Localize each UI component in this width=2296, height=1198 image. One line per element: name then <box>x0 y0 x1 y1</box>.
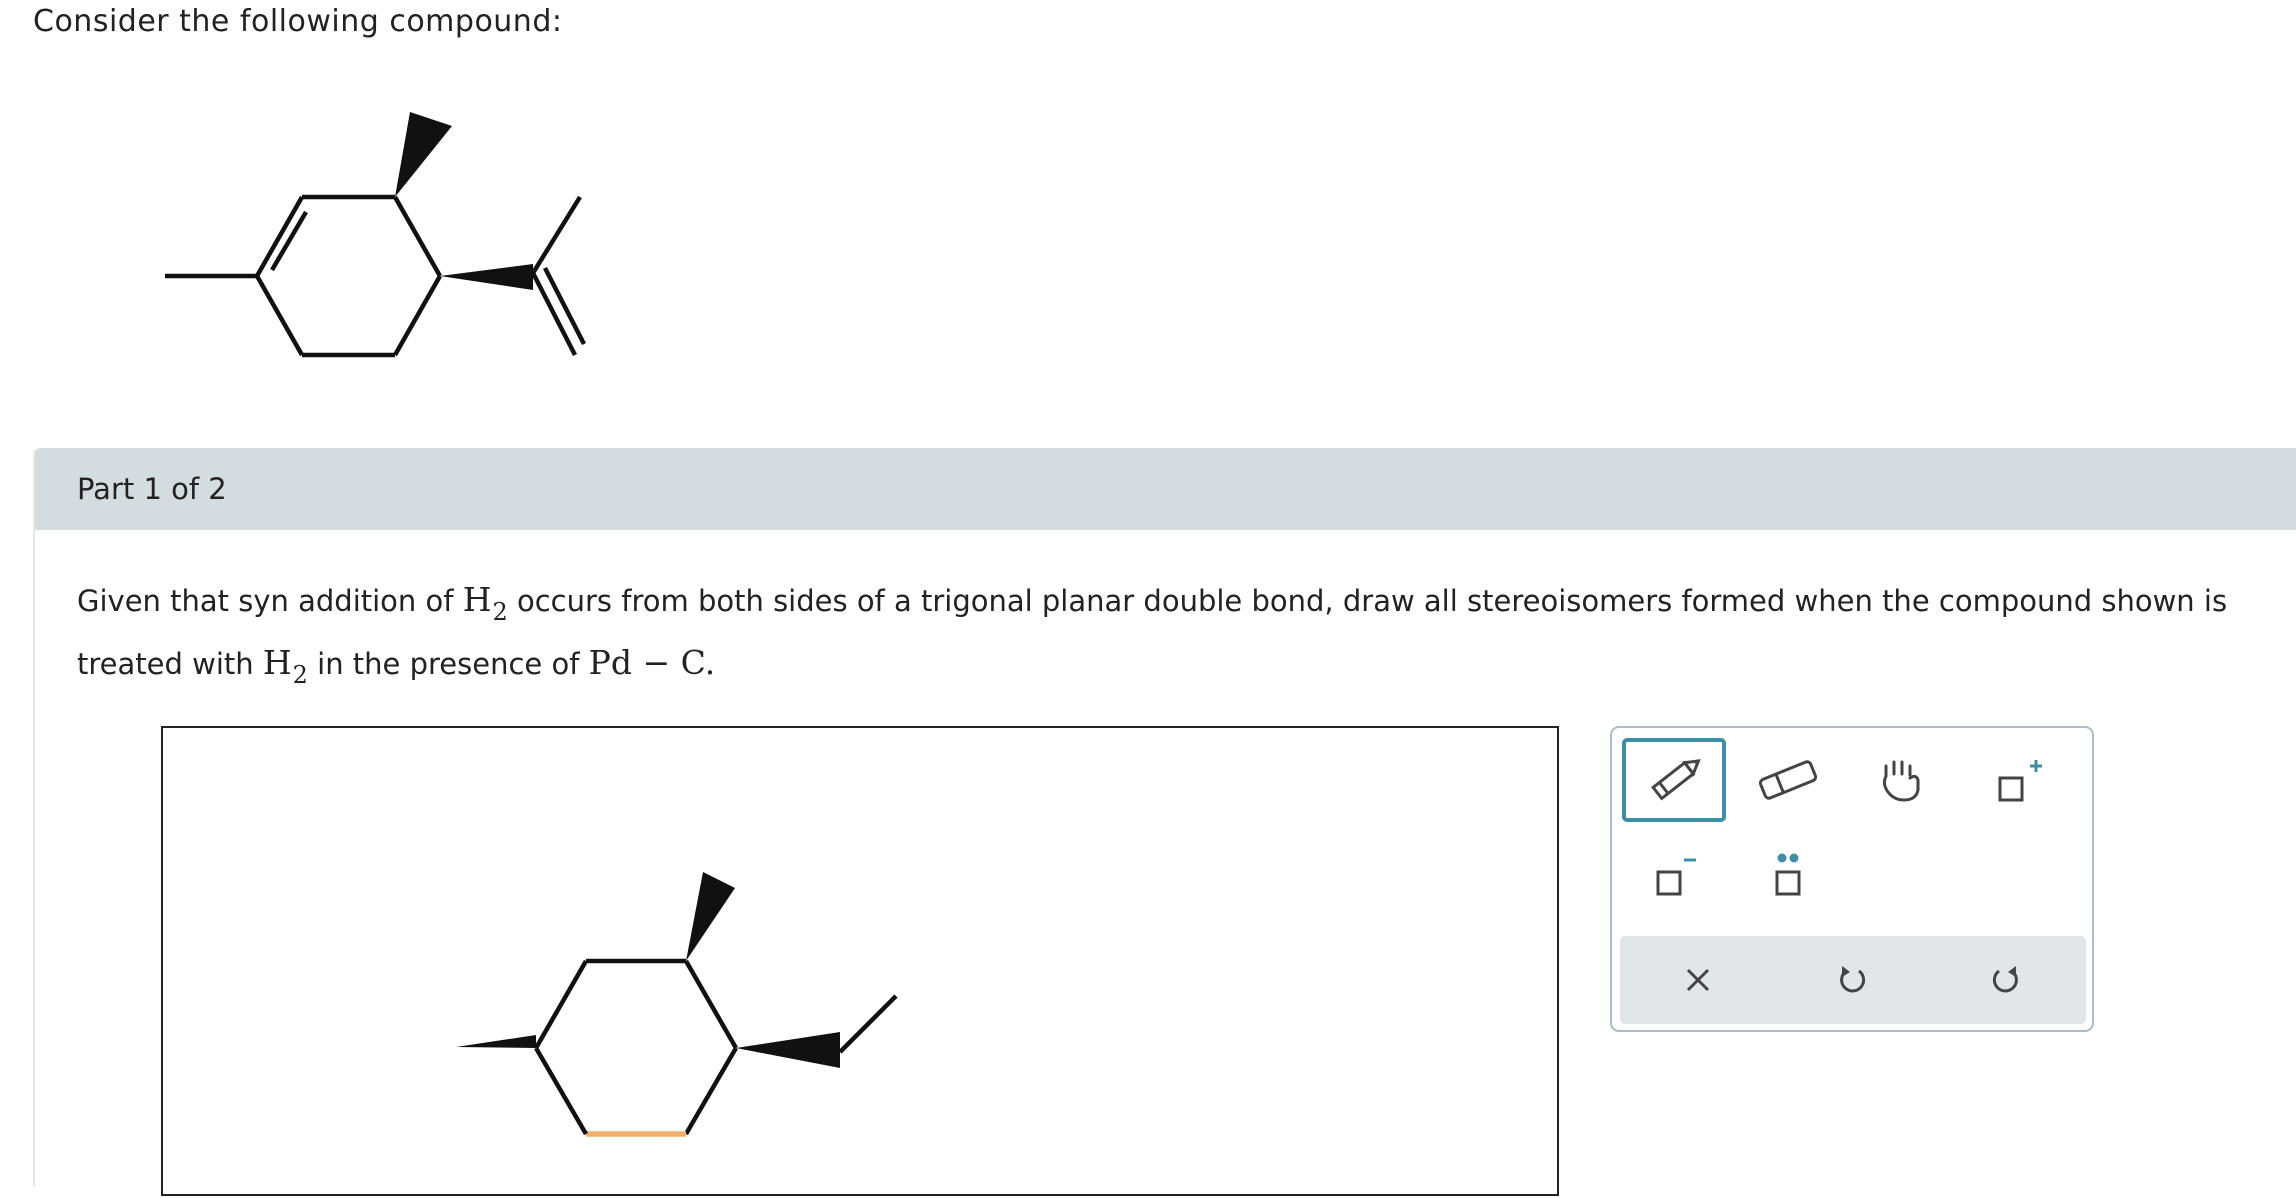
ring-bond <box>393 195 442 278</box>
wedge-bond <box>736 1032 840 1068</box>
positive-charge-tool[interactable] <box>1964 738 2068 822</box>
eraser-icon <box>1758 760 1818 800</box>
catalyst-dash: − <box>632 643 681 682</box>
positive-charge-icon <box>1998 760 2042 802</box>
close-icon <box>1686 968 1710 992</box>
undo-icon <box>1840 966 1866 993</box>
action-bar <box>1620 936 2086 1024</box>
hydrogen-symbol: H <box>262 643 292 682</box>
question-text: Given that syn addition of H2 occurs fro… <box>77 570 2296 696</box>
part-header: Part 1 of 2 <box>35 448 2296 530</box>
pencil-tool[interactable] <box>1622 738 1726 822</box>
hydrogen-subscript: 2 <box>292 661 308 689</box>
redo-button[interactable] <box>1976 950 2036 1010</box>
ring-bond <box>255 274 304 357</box>
clear-button[interactable] <box>1668 950 1728 1010</box>
hydrogen-symbol: H <box>462 580 492 619</box>
eraser-tool[interactable] <box>1736 738 1840 822</box>
lone-pair-icon <box>1775 853 1801 896</box>
toolbox <box>1610 726 2094 1032</box>
ring-bond <box>534 959 588 1050</box>
ring-bond <box>684 959 738 1050</box>
wedge-bond <box>686 872 735 961</box>
drawing-canvas[interactable] <box>161 726 1559 1196</box>
pencil-icon <box>1651 759 1701 801</box>
catalyst-symbol: Pd <box>588 643 632 682</box>
compound-structure <box>165 112 587 358</box>
hand-tool[interactable] <box>1850 738 1954 822</box>
ethyl-bond <box>838 994 898 1054</box>
lone-pair-tool[interactable] <box>1736 832 1840 916</box>
isopropenyl-bond <box>531 195 582 275</box>
negative-charge-icon <box>1656 858 1696 896</box>
wedge-bond <box>456 1035 536 1048</box>
question-segment: in the presence of <box>307 647 589 681</box>
redo-icon <box>1992 966 2018 993</box>
part-title: Part 1 of 2 <box>77 472 227 506</box>
ring-bond <box>393 274 442 357</box>
catalyst-symbol: C <box>680 643 705 682</box>
question-period: . <box>704 643 716 682</box>
drawn-structure[interactable] <box>163 728 1561 1198</box>
undo-button[interactable] <box>1822 950 1882 1010</box>
ring-bond <box>534 1046 588 1136</box>
question-segment: Given that syn addition of <box>77 584 463 618</box>
hand-icon <box>1882 760 1920 802</box>
intro-text: Consider the following compound: <box>33 4 563 39</box>
wedge-bond <box>440 264 533 290</box>
wedge-bond <box>395 112 452 197</box>
hydrogen-subscript: 2 <box>492 598 508 626</box>
ring-double-bond <box>255 195 304 278</box>
ring-bond <box>684 1046 738 1136</box>
negative-charge-tool[interactable] <box>1622 832 1726 916</box>
